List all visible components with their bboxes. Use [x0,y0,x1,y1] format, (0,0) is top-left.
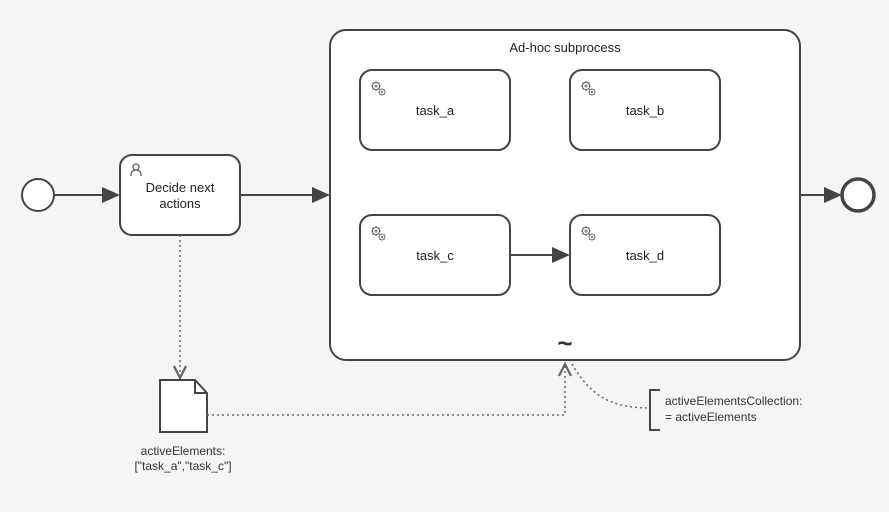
end-event [842,179,874,211]
service-task-a: task_a [360,70,510,150]
data-object-value: ["task_a","task_c"] [134,459,231,473]
service-task-d: task_d [570,215,720,295]
service-task-c: task_c [360,215,510,295]
data-association-data-to-subprocess [207,364,565,415]
start-event [22,179,54,211]
ad-hoc-subprocess: Ad-hoc subprocess task_a task_b task_c t… [330,30,800,360]
task-c-label: task_c [416,248,454,263]
task-d-label: task_d [626,248,664,263]
task-a-label: task_a [416,103,455,118]
subprocess-title: Ad-hoc subprocess [509,40,621,55]
user-task-decide-next-actions: Decide nextactions [120,155,240,235]
annotation-line1: activeElementsCollection: [665,394,802,408]
service-task-b: task_b [570,70,720,150]
association-to-annotation [572,364,650,408]
data-object-name: activeElements: [141,444,226,458]
text-annotation: activeElementsCollection: = activeElemen… [650,390,802,430]
annotation-line2: = activeElements [665,410,757,424]
data-object-active-elements: activeElements: ["task_a","task_c"] [134,380,231,473]
ad-hoc-marker: ~ [557,328,572,358]
task-b-label: task_b [626,103,664,118]
